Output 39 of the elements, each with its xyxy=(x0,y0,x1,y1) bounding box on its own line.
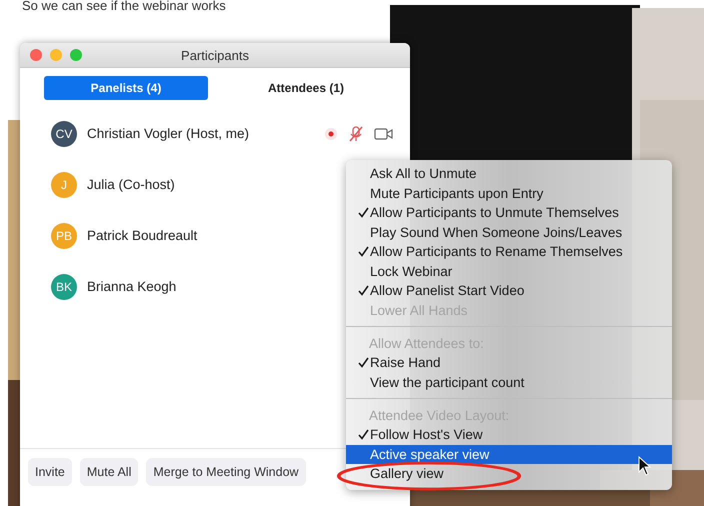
menu-item[interactable]: Lock Webinar xyxy=(346,262,672,281)
menu-item[interactable]: Gallery view xyxy=(346,464,672,484)
tab[interactable]: Attendees (1) xyxy=(224,76,388,100)
tab[interactable]: Panelists (4) xyxy=(44,76,208,100)
avatar: J xyxy=(51,172,77,198)
checkmark-icon xyxy=(358,285,369,296)
minimize-button[interactable] xyxy=(50,49,62,61)
menu-item[interactable]: Follow Host's View xyxy=(346,425,672,444)
checkmark-icon xyxy=(358,246,369,258)
menu-item[interactable]: Active speaker view xyxy=(346,444,672,464)
menu-item[interactable]: Ask All to Unmute xyxy=(346,164,672,184)
menu-item[interactable]: Allow Participants to Rename Themselves xyxy=(346,242,672,262)
menu-item[interactable]: Raise Hand xyxy=(346,353,672,372)
mouse-pointer-icon xyxy=(638,456,652,476)
menu-item[interactable]: View the participant count xyxy=(346,372,672,392)
avatar: BK xyxy=(51,274,77,300)
menu-item[interactable]: Play Sound When Someone Joins/Leaves xyxy=(346,222,672,242)
caption-text: So we can see if the webinar works xyxy=(22,0,226,13)
participant-name: Julia (Co-host) xyxy=(87,177,175,192)
checkmark-icon xyxy=(358,357,369,368)
record-icon xyxy=(324,126,338,140)
menu-item[interactable]: Allow Participants to Unmute Themselves xyxy=(346,203,672,222)
avatar: PB xyxy=(51,222,77,248)
footer-button[interactable]: Merge to Meeting Window xyxy=(146,458,306,486)
checkmark-icon xyxy=(358,429,369,440)
participant-name: Christian Vogler (Host, me) xyxy=(87,126,250,141)
footer-button[interactable]: Mute All xyxy=(80,458,138,486)
menu-item[interactable]: Allow Panelist Start Video xyxy=(346,281,672,300)
close-button[interactable] xyxy=(30,49,42,61)
checkmark-icon xyxy=(358,207,369,218)
menu-item[interactable]: Mute Participants upon Entry xyxy=(346,184,672,203)
window-title: Participants xyxy=(181,48,249,62)
video-camera-icon[interactable] xyxy=(374,126,394,140)
avatar: CV xyxy=(51,120,77,146)
muted-microphone-icon[interactable] xyxy=(348,124,364,142)
participant-name: Patrick Boudreault xyxy=(87,228,198,243)
participant-name: Brianna Keogh xyxy=(87,279,176,294)
footer-button[interactable]: Invite xyxy=(28,458,72,486)
zoom-button[interactable] xyxy=(70,49,82,61)
